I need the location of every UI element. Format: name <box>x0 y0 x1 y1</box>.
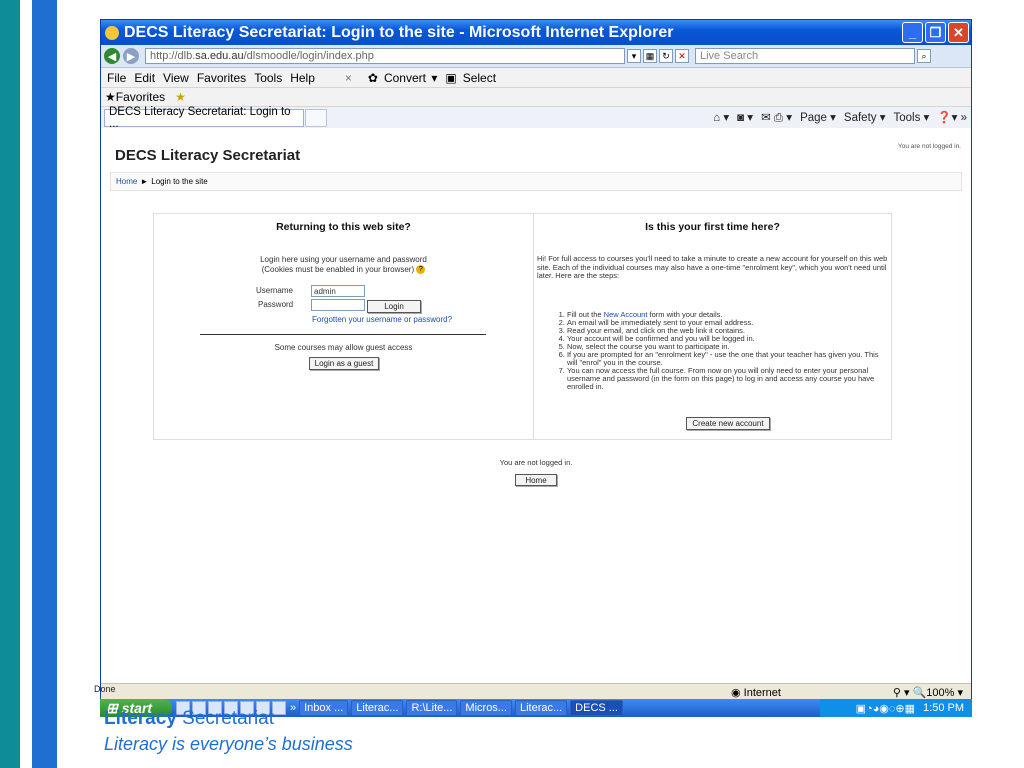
select-button[interactable]: ▣ Select <box>445 71 498 85</box>
divider <box>200 334 486 335</box>
taskbar-item-decs[interactable]: DECS ... <box>570 700 623 716</box>
returning-heading: Returning to this web site? <box>276 221 411 233</box>
menu-favorites[interactable]: Favorites <box>197 71 246 85</box>
add-favorite-icon[interactable]: ★ <box>175 90 186 104</box>
search-icon[interactable]: ⌕ <box>917 49 931 63</box>
status-done: Done <box>94 684 116 694</box>
password-field[interactable] <box>311 299 365 311</box>
footer-line-1: Literacy Secretariat <box>104 708 524 730</box>
tab-active[interactable]: DECS Literacy Secretariat: Login to ... <box>104 106 304 130</box>
status-bar: ◉ Internet ⚲ ▾ 🔍100% ▾ <box>101 683 971 700</box>
tab-row: DECS Literacy Secretariat: Login to ... … <box>101 106 971 130</box>
command-bar: ⌂ ▾ ◙ ▾ ✉ ⎙ ▾ Page ▾ Safety ▾ Tools ▾ ❓▾… <box>713 110 967 125</box>
system-tray: ▣◔◕◉◌⊕▦ 1:50 PM <box>820 699 972 717</box>
favorites-button[interactable]: ★Favorites <box>105 90 165 104</box>
breadcrumb-separator: ► <box>140 177 149 186</box>
username-field[interactable]: admin <box>311 285 365 297</box>
feeds-icon[interactable]: ◙ ▾ <box>737 110 753 125</box>
home-button[interactable]: Home <box>515 474 557 486</box>
step-item: You can now access the full course. From… <box>567 367 887 391</box>
title-bar: DECS Literacy Secretariat: Login to the … <box>101 20 971 45</box>
login-intro-2: (Cookies must be enabled in your browser… <box>154 265 533 275</box>
create-account-button[interactable]: Create new account <box>685 417 770 430</box>
login-intro-2-text: (Cookies must be enabled in your browser… <box>261 265 415 274</box>
menu-bar: File Edit View Favorites Tools Help × ✿ C… <box>101 68 971 88</box>
safety-menu[interactable]: Safety ▾ <box>844 110 886 125</box>
convert-button[interactable]: ✿ Convert ▾ <box>368 71 437 85</box>
dropdown-icon[interactable]: ▾ <box>627 49 641 63</box>
help-icon[interactable]: ❓▾ » <box>937 110 967 125</box>
login-status-bottom: You are not logged in. <box>499 458 573 467</box>
back-icon[interactable]: ◀ <box>104 48 120 64</box>
safety-menu-label: Safety <box>843 112 877 124</box>
login-status-top: You are not logged in. <box>897 143 961 150</box>
footer-brand-bold: Literacy <box>104 708 177 729</box>
login-intro-1: Login here using your username and passw… <box>260 255 427 264</box>
help-icon[interactable]: ? <box>416 265 426 275</box>
password-label: Password <box>258 300 294 309</box>
menu-file[interactable]: File <box>107 71 126 85</box>
ie-window: DECS Literacy Secretariat: Login to the … <box>100 19 972 701</box>
step-item: If you are prompted for an "enrolment ke… <box>567 351 887 367</box>
zone-indicator: ◉ Internet <box>731 687 781 699</box>
refresh-icon[interactable]: ↻ <box>659 49 673 63</box>
clock: 1:50 PM <box>923 702 964 714</box>
compat-icon[interactable]: ▦ <box>643 49 657 63</box>
close-icon[interactable]: ✕ <box>948 22 969 43</box>
footer-brand-rest: Secretariat <box>176 708 275 729</box>
guest-text: Some courses may allow guest access <box>274 343 413 352</box>
first-time-heading: Is this your first time here? <box>645 221 780 233</box>
convert-label: Convert <box>383 70 426 85</box>
forgot-password-link[interactable]: Forgotten your username or password? <box>312 315 452 324</box>
login-as-guest-button[interactable]: Login as a guest <box>309 357 379 370</box>
zoom-label: 100% <box>926 687 955 699</box>
menu-tools[interactable]: Tools <box>254 71 282 85</box>
home-icon[interactable]: ⌂ ▾ <box>713 110 729 125</box>
close-x-icon[interactable]: × <box>345 71 352 85</box>
tools-menu-label: Tools <box>893 112 921 124</box>
address-toolbar: ◀ ▶ http://dlb. sa.edu.au/dlsmoodle/login… <box>101 45 971 68</box>
steps-list: Fill out the New Account form with your … <box>537 311 887 391</box>
username-label: Username <box>256 286 293 295</box>
window-title: DECS Literacy Secretariat: Login to the … <box>124 23 674 41</box>
menu-help[interactable]: Help <box>290 71 315 85</box>
print-icon[interactable]: ✉ ⎙ ▾ <box>761 110 792 125</box>
zoom-control[interactable]: ⚲ ▾ 🔍100% ▾ <box>893 686 963 699</box>
select-label: Select <box>462 70 497 85</box>
login-box: Returning to this web site? Login here u… <box>153 213 892 440</box>
breadcrumb-current: Login to the site <box>151 177 208 186</box>
url-domain: sa.edu.au <box>195 50 244 62</box>
zone-label: Internet <box>743 687 781 699</box>
first-time-panel: Is this your first time here? Hi! For fu… <box>534 214 891 439</box>
page-menu-label: Page <box>800 112 827 124</box>
page-menu[interactable]: Page ▾ <box>800 110 836 125</box>
minimize-icon[interactable]: _ <box>902 22 923 43</box>
returning-panel: Returning to this web site? Login here u… <box>154 214 534 439</box>
slide-footer: Literacy Secretariat Literacy is everyon… <box>104 708 524 768</box>
site-title: DECS Literacy Secretariat <box>115 147 301 164</box>
tray-icons[interactable]: ▣◔◕◉◌⊕▦ <box>856 702 915 715</box>
menu-view[interactable]: View <box>163 71 189 85</box>
page-content: DECS Literacy Secretariat You are not lo… <box>101 128 971 676</box>
menu-edit[interactable]: Edit <box>134 71 155 85</box>
new-tab-button[interactable] <box>305 109 327 127</box>
breadcrumb-home-link[interactable]: Home <box>116 177 137 186</box>
footer-tagline: Literacy is everyone’s business <box>104 734 353 754</box>
login-button[interactable]: Login <box>367 300 421 313</box>
search-input[interactable]: Live Search <box>695 48 915 64</box>
forward-icon[interactable]: ▶ <box>123 48 139 64</box>
ie-logo-icon <box>105 25 119 40</box>
favorites-bar: ★Favorites ★ <box>101 88 971 107</box>
tools-menu[interactable]: Tools ▾ <box>893 110 929 125</box>
favorites-label: Favorites <box>115 90 166 104</box>
url-path: /dlsmoodle/login/index.php <box>243 50 374 62</box>
first-time-intro: Hi! For full access to courses you'll ne… <box>536 254 888 280</box>
url-prefix: http://dlb. <box>150 50 196 62</box>
slide-teal-stripe <box>0 0 20 768</box>
address-input[interactable]: http://dlb. sa.edu.au/dlsmoodle/login/ind… <box>145 48 625 64</box>
stop-icon[interactable]: ✕ <box>675 49 689 63</box>
slide-blue-stripe <box>32 0 57 768</box>
restore-icon[interactable]: ❐ <box>925 22 946 43</box>
breadcrumb: Home ► Login to the site <box>110 172 962 191</box>
